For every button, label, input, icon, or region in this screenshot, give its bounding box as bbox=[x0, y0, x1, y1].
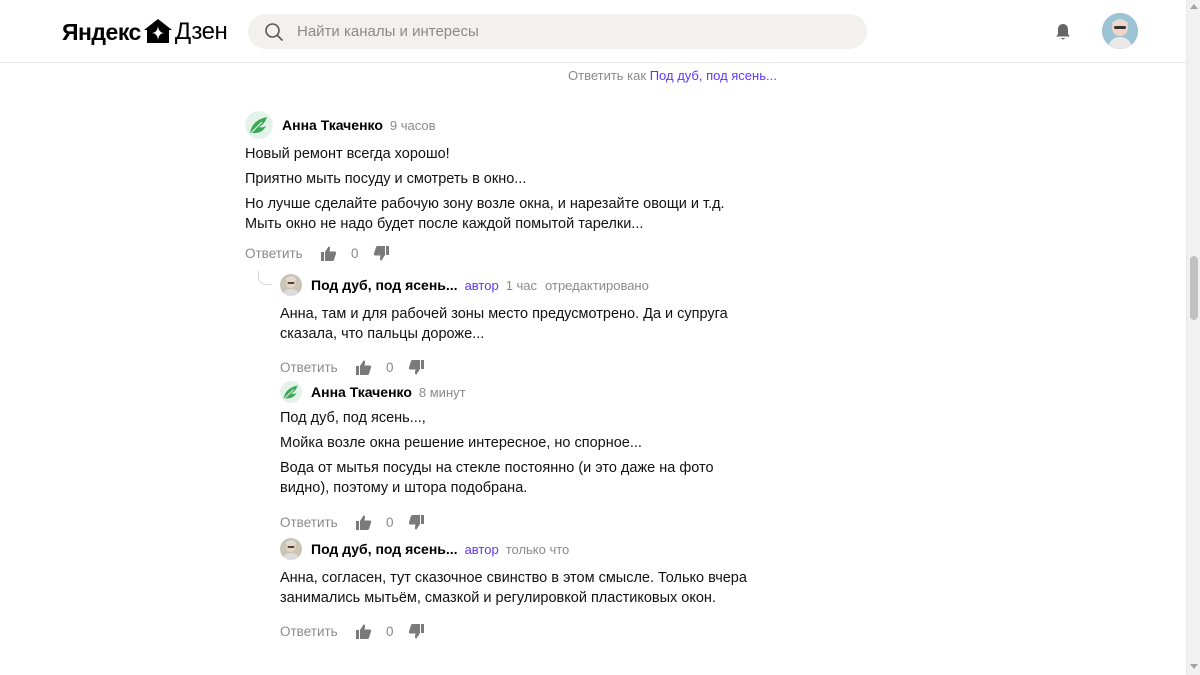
thumbs-down-icon[interactable] bbox=[408, 623, 425, 640]
thumbs-up-icon[interactable] bbox=[320, 245, 337, 262]
comment-text: Анна, там и для рабочей зоны место преду… bbox=[280, 306, 728, 342]
comment-header: Под дуб, под ясень... автор только что bbox=[280, 535, 760, 563]
comment-header: Анна Ткаченко 8 минут bbox=[280, 378, 760, 406]
zen-house-icon bbox=[143, 19, 172, 43]
comment-author[interactable]: Под дуб, под ясень... bbox=[311, 277, 458, 293]
comment-time: 9 часов bbox=[389, 117, 436, 133]
scrollbar-thumb[interactable] bbox=[1190, 256, 1198, 320]
search-icon bbox=[265, 22, 283, 41]
reply-button[interactable]: Ответить bbox=[245, 246, 303, 261]
comment-text: Под дуб, под ясень..., bbox=[280, 410, 426, 426]
comment-text: Но лучше сделайте рабочую зону возле окн… bbox=[245, 196, 725, 232]
author-badge: автор bbox=[464, 541, 499, 557]
logo-word-yandex: Яндекс bbox=[62, 18, 141, 45]
thumbs-up-icon[interactable] bbox=[355, 514, 372, 531]
thumbs-down-icon[interactable] bbox=[373, 245, 390, 262]
comment-body: Анна, там и для рабочей зоны место преду… bbox=[280, 304, 760, 344]
edited-label: отредактировано bbox=[545, 277, 649, 293]
comment-actions: Ответить 0 bbox=[280, 512, 760, 532]
like-count: 0 bbox=[385, 623, 394, 639]
comment-author[interactable]: Анна Ткаченко bbox=[311, 384, 412, 400]
comment-header: Под дуб, под ясень... автор 1 час отреда… bbox=[280, 271, 760, 299]
comment-author[interactable]: Под дуб, под ясень... bbox=[311, 541, 458, 557]
comment-text: Новый ремонт всегда хорошо! bbox=[245, 146, 450, 162]
bell-icon[interactable] bbox=[1053, 22, 1073, 42]
top-header: Яндекс Дзен Найти каналы и интересы bbox=[0, 0, 1186, 63]
comment-time: 1 час bbox=[505, 277, 538, 293]
leaf-avatar-icon bbox=[280, 381, 302, 403]
thumbs-down-icon[interactable] bbox=[408, 514, 425, 531]
user-photo bbox=[1102, 13, 1138, 49]
comment-time: только что bbox=[505, 541, 570, 557]
reply-button[interactable]: Ответить bbox=[280, 515, 338, 530]
comment-body: Под дуб, под ясень..., Мойка возле окна … bbox=[280, 408, 760, 498]
user-avatar[interactable] bbox=[1102, 13, 1138, 49]
logo-word-zen: Дзен bbox=[174, 18, 228, 45]
comment-text: Мойка возле окна решение интересное, но … bbox=[280, 435, 642, 451]
like-count: 0 bbox=[385, 514, 394, 530]
thumbs-up-icon[interactable] bbox=[355, 623, 372, 640]
comment-actions: Ответить 0 bbox=[280, 357, 760, 377]
reply-as-channel-link[interactable]: Под дуб, под ясень... bbox=[650, 68, 777, 83]
zen-logo[interactable]: Яндекс Дзен bbox=[62, 18, 228, 46]
reply-button[interactable]: Ответить bbox=[280, 624, 338, 639]
reply-as-line: Ответить как Под дуб, под ясень... bbox=[568, 68, 777, 83]
comment: Под дуб, под ясень... автор только что А… bbox=[280, 535, 760, 641]
user-photo-avatar bbox=[280, 274, 302, 296]
thumbs-up-icon[interactable] bbox=[355, 359, 372, 376]
like-count: 0 bbox=[350, 245, 359, 261]
comment-body: Анна, согласен, тут сказочное свинство в… bbox=[280, 568, 760, 608]
search-bar[interactable]: Найти каналы и интересы bbox=[248, 14, 867, 49]
comment-text: Анна, согласен, тут сказочное свинство в… bbox=[280, 570, 747, 606]
page-scrollbar[interactable] bbox=[1186, 0, 1200, 675]
avatar[interactable] bbox=[245, 111, 273, 139]
leaf-avatar-icon bbox=[245, 111, 273, 139]
avatar[interactable] bbox=[280, 274, 302, 296]
comment-header: Анна Ткаченко 9 часов bbox=[245, 111, 765, 139]
search-input[interactable]: Найти каналы и интересы bbox=[297, 23, 479, 40]
scroll-up-arrow-icon[interactable] bbox=[1190, 4, 1198, 9]
comment-actions: Ответить 0 bbox=[245, 243, 765, 263]
comment-text: Вода от мытья посуды на стекле постоянно… bbox=[280, 460, 714, 496]
thread-connector bbox=[258, 271, 272, 285]
comment-actions: Ответить 0 bbox=[280, 621, 760, 641]
comment-body: Новый ремонт всегда хорошо! Приятно мыть… bbox=[245, 144, 765, 234]
comment: Анна Ткаченко 8 минут Под дуб, под ясень… bbox=[280, 378, 760, 532]
comment: Под дуб, под ясень... автор 1 час отреда… bbox=[280, 271, 760, 377]
comment: Анна Ткаченко 9 часов Новый ремонт всегд… bbox=[245, 111, 765, 263]
thumbs-down-icon[interactable] bbox=[408, 359, 425, 376]
scroll-down-arrow-icon[interactable] bbox=[1190, 664, 1198, 669]
comment-time: 8 минут bbox=[418, 384, 466, 400]
avatar[interactable] bbox=[280, 381, 302, 403]
author-badge: автор bbox=[464, 277, 499, 293]
user-photo-avatar bbox=[280, 538, 302, 560]
reply-button[interactable]: Ответить bbox=[280, 360, 338, 375]
comment-author[interactable]: Анна Ткаченко bbox=[282, 117, 383, 133]
like-count: 0 bbox=[385, 359, 394, 375]
reply-as-prefix: Ответить как bbox=[568, 68, 647, 83]
comment-text: Приятно мыть посуду и смотреть в окно... bbox=[245, 171, 527, 187]
avatar[interactable] bbox=[280, 538, 302, 560]
